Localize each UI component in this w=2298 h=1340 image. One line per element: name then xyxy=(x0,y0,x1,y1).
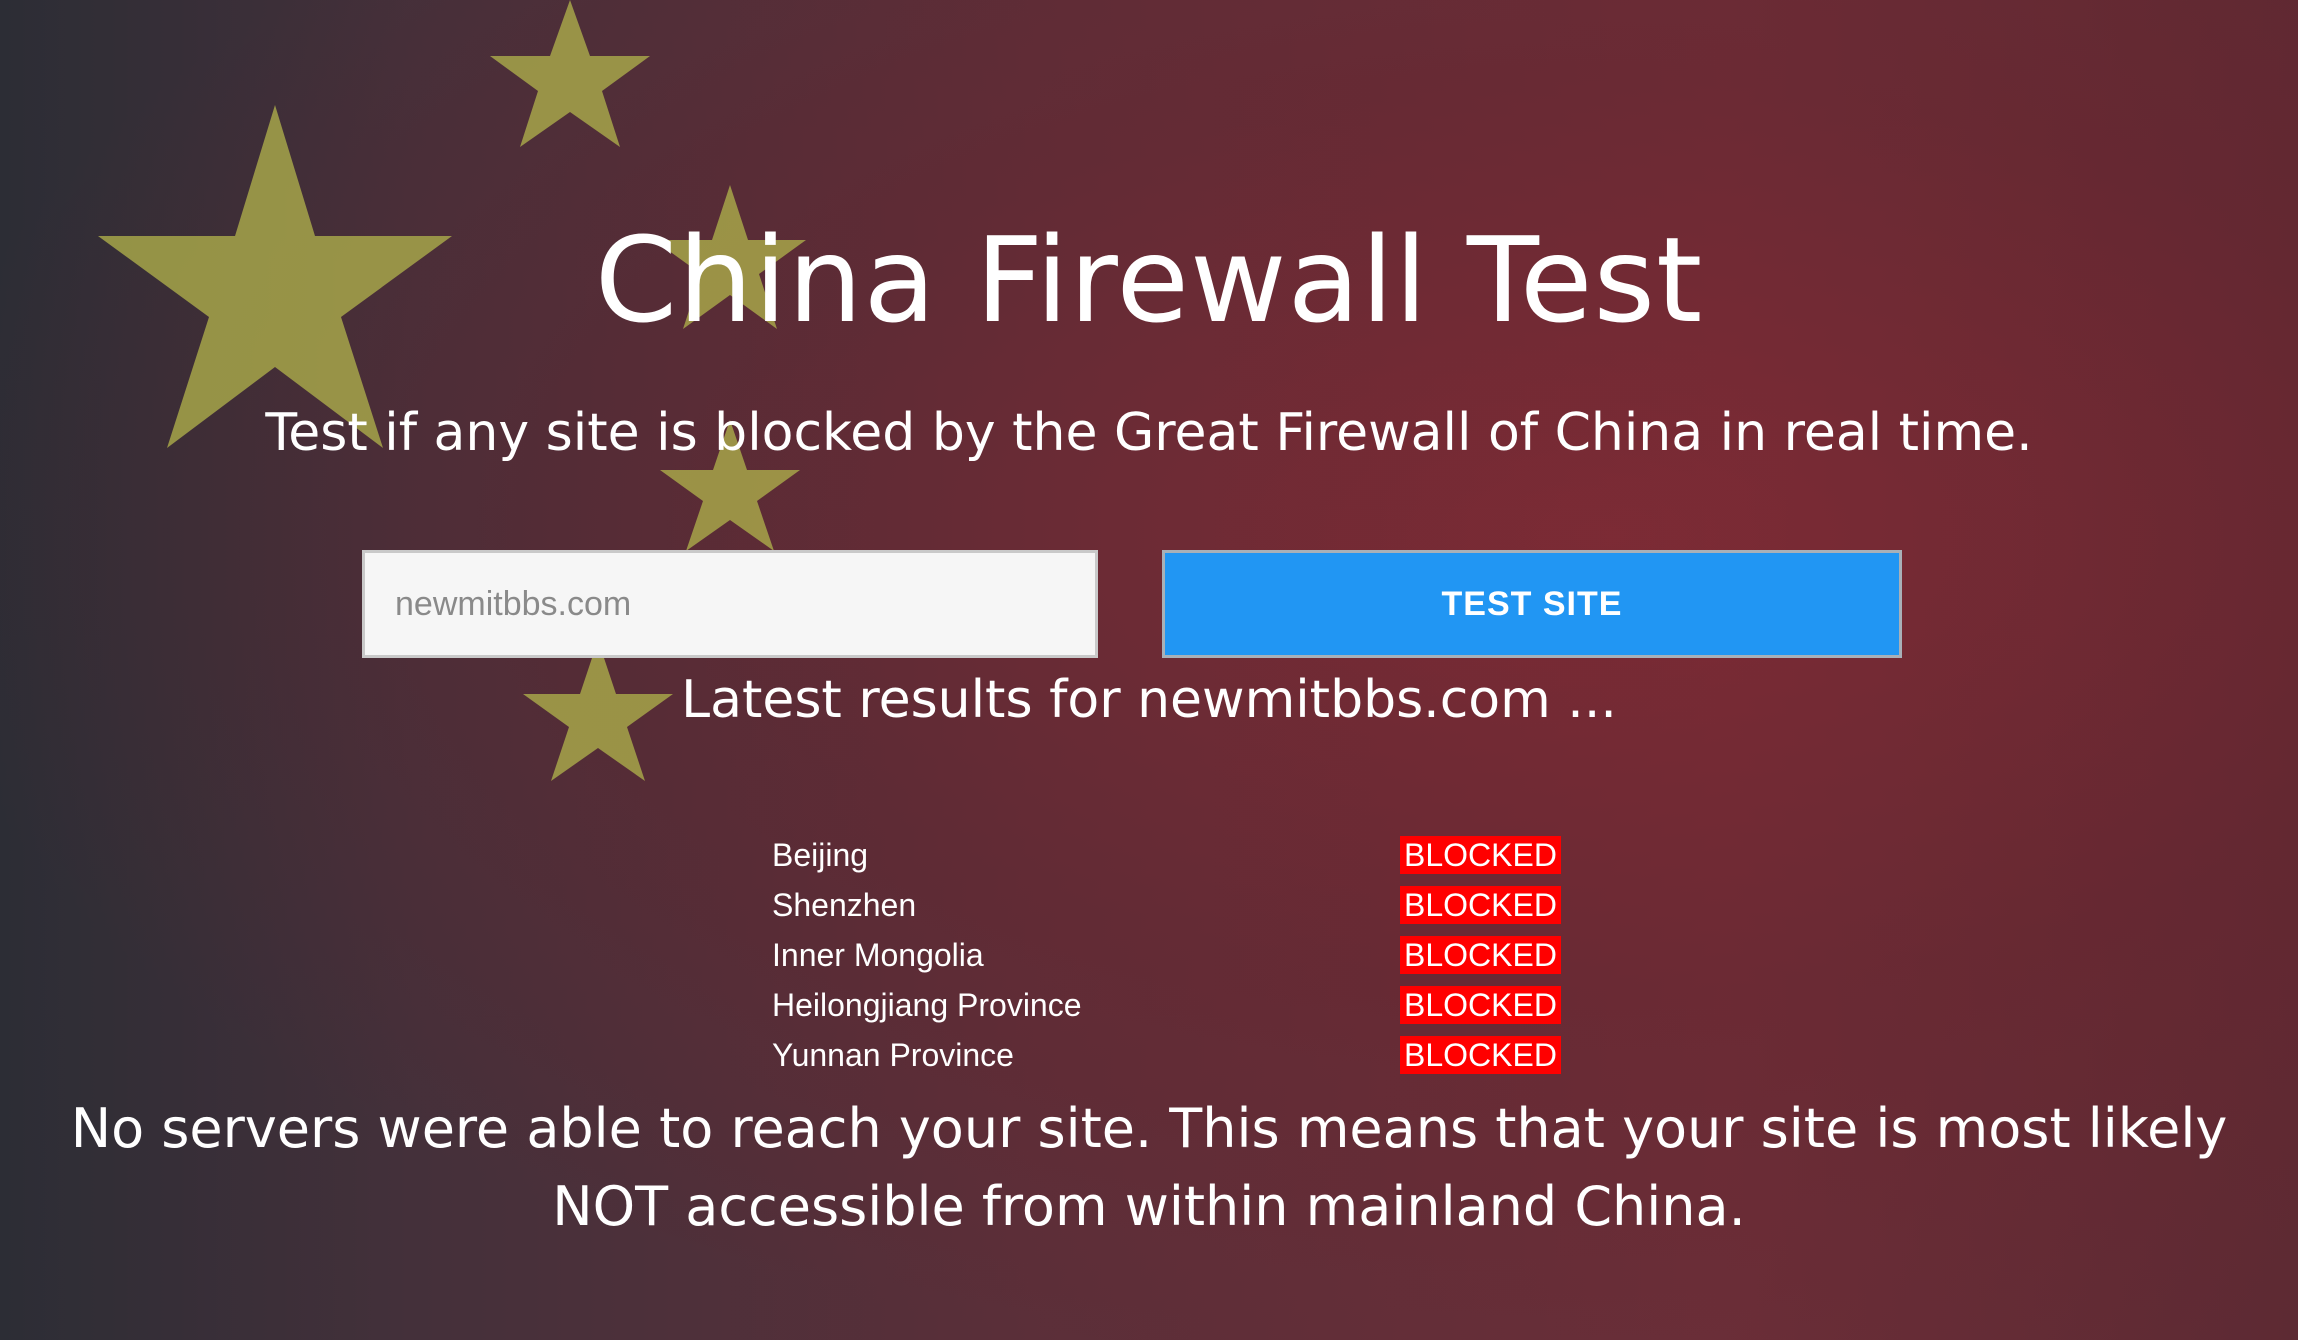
result-city: Yunnan Province xyxy=(772,1037,1014,1073)
status-badge: BLOCKED xyxy=(1400,1036,1561,1074)
results-summary: No servers were able to reach your site.… xyxy=(70,1097,2228,1238)
result-city: Beijing xyxy=(772,837,869,873)
test-site-button[interactable]: TEST SITE xyxy=(1162,550,1902,658)
page-subtitle: Test if any site is blocked by the Great… xyxy=(265,403,2033,463)
result-city: Inner Mongolia xyxy=(772,937,984,973)
result-city: Shenzhen xyxy=(772,887,917,923)
result-row-shenzhen: Shenzhen BLOCKED xyxy=(772,880,1572,930)
page-content: China Firewall Test Test if any site is … xyxy=(0,0,2298,1340)
site-url-input[interactable] xyxy=(362,550,1098,658)
result-city: Heilongjiang Province xyxy=(772,987,1082,1023)
result-row-heilongjiang: Heilongjiang Province BLOCKED xyxy=(772,980,1572,1030)
page-title: China Firewall Test xyxy=(594,211,1704,349)
results-list: Beijing BLOCKED Shenzhen BLOCKED Inner M… xyxy=(772,830,1572,1080)
status-badge: BLOCKED xyxy=(1400,886,1561,924)
status-badge: BLOCKED xyxy=(1400,836,1561,874)
results-heading: Latest results for newmitbbs.com ... xyxy=(681,670,1617,730)
status-badge: BLOCKED xyxy=(1400,986,1561,1024)
result-row-yunnan: Yunnan Province BLOCKED xyxy=(772,1030,1572,1080)
status-badge: BLOCKED xyxy=(1400,936,1561,974)
result-row-inner-mongolia: Inner Mongolia BLOCKED xyxy=(772,930,1572,980)
result-row-beijing: Beijing BLOCKED xyxy=(772,830,1572,880)
